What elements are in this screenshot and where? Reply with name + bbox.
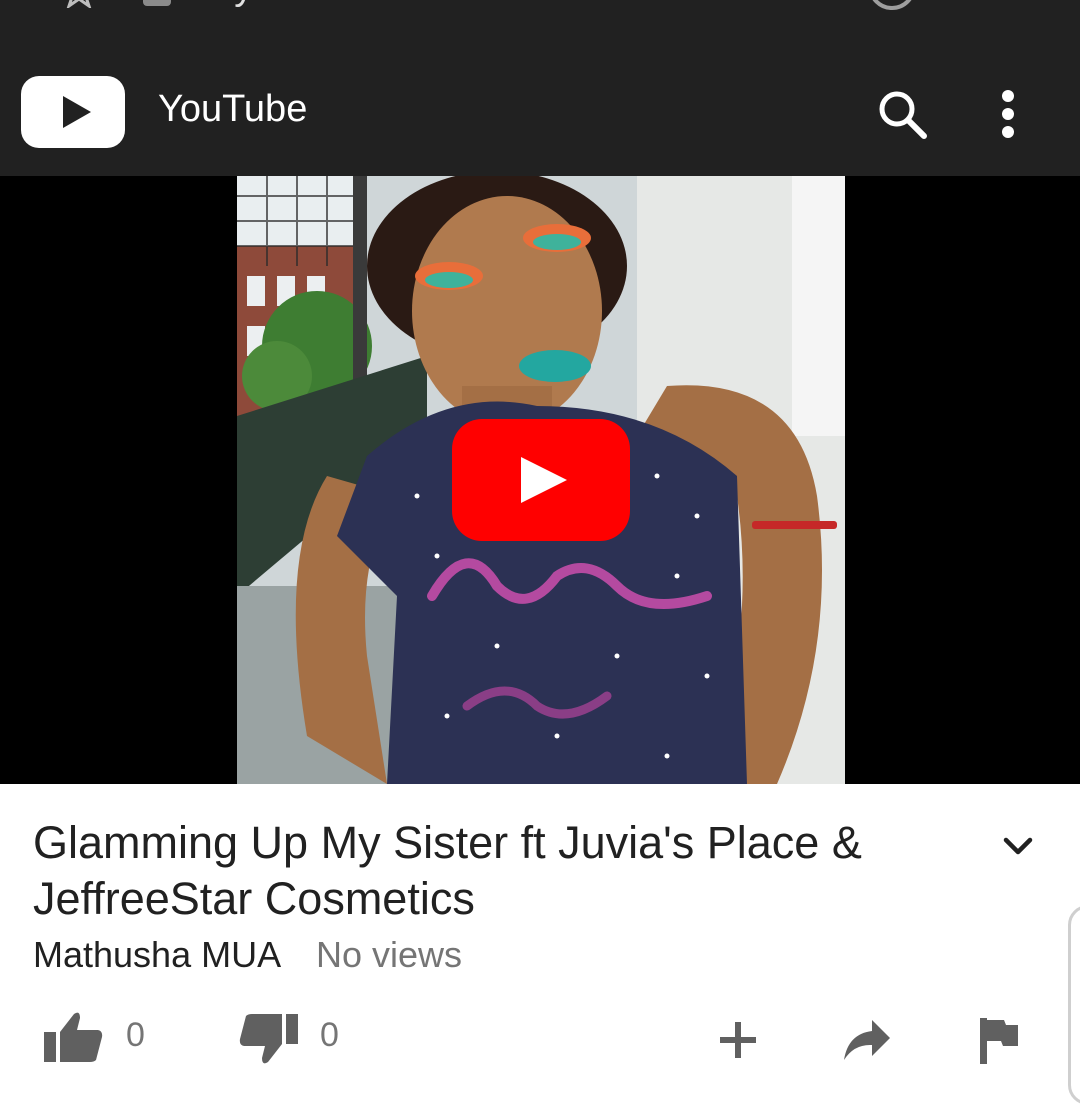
add-icon[interactable] — [718, 1020, 758, 1060]
thumb-down-icon[interactable] — [238, 1012, 300, 1066]
youtube-logo-icon[interactable] — [21, 76, 125, 148]
more-vert-icon[interactable] — [986, 86, 1030, 146]
star-icon[interactable] — [62, 0, 96, 8]
search-icon[interactable] — [874, 86, 930, 142]
video-title-line-2: JeffreeStar Cosmetics — [33, 873, 475, 924]
browser-bar: m.youtube.com — [0, 0, 1080, 60]
like-count: 0 — [126, 1016, 145, 1054]
lock-icon — [143, 0, 171, 6]
url-text[interactable]: m.youtube.com — [190, 0, 463, 9]
app-bar: YouTube — [0, 60, 1080, 176]
view-count: No views — [316, 934, 463, 975]
video-player[interactable] — [0, 176, 1080, 784]
scroll-handle[interactable] — [1068, 905, 1080, 1105]
tabs-icon[interactable] — [868, 0, 916, 10]
app-title: YouTube — [158, 88, 308, 130]
thumb-up-icon[interactable] — [42, 1010, 104, 1064]
dislike-count: 0 — [320, 1016, 339, 1054]
play-icon[interactable] — [452, 419, 630, 541]
share-icon[interactable] — [842, 1018, 892, 1062]
channel-name[interactable]: Mathusha MUA — [33, 934, 281, 976]
video-title-line-1: Glamming Up My Sister ft Juvia's Place & — [33, 817, 862, 868]
chevron-down-icon[interactable] — [1000, 830, 1036, 864]
flag-icon[interactable] — [976, 1016, 1020, 1064]
